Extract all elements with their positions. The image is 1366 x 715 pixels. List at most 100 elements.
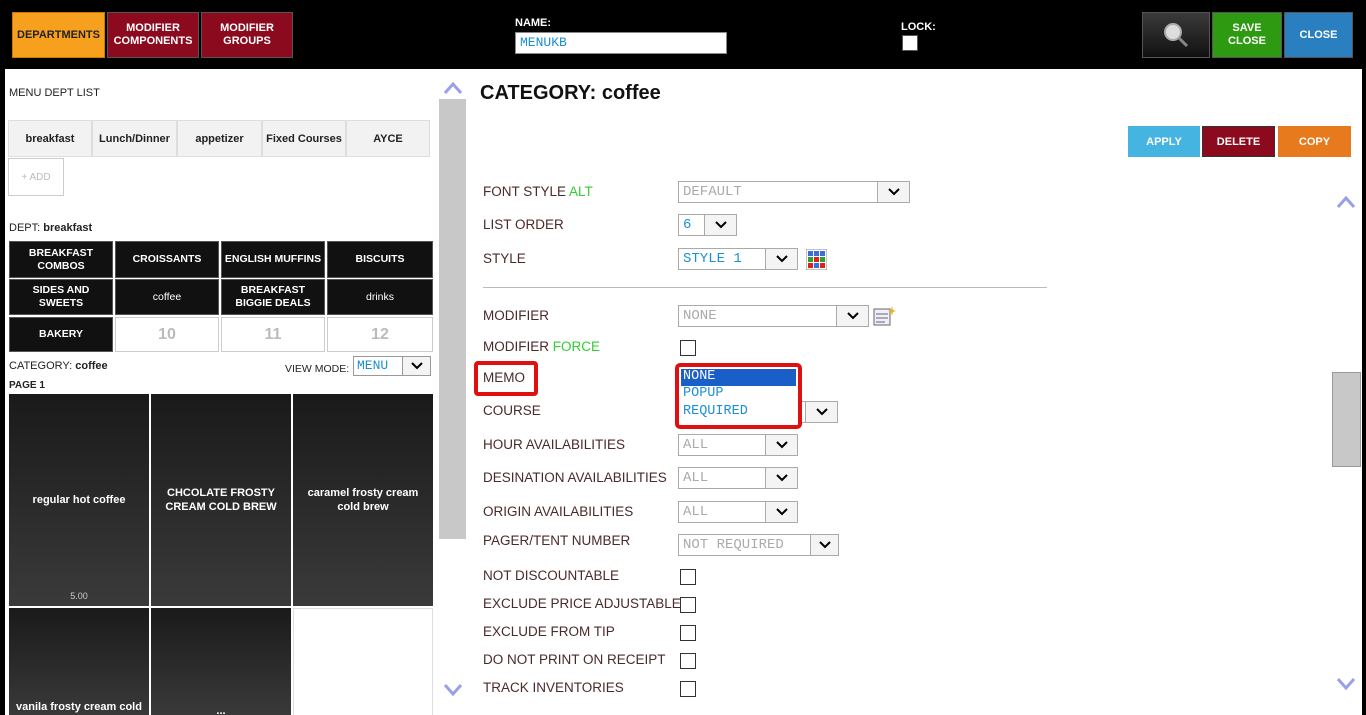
chevron-down-icon (704, 215, 736, 235)
apply-button[interactable]: APPLY (1128, 126, 1200, 157)
category-breakfast-combos[interactable]: BREAKFAST COMBOS (9, 241, 113, 278)
category-detail-panel: CATEGORY: coffee APPLY DELETE COPY FONT … (468, 69, 1362, 715)
page-title: CATEGORY: coffee (480, 82, 661, 104)
item-name: caramel frosty cream cold brew (307, 487, 419, 513)
item-tile[interactable]: caramel frosty cream cold brew (293, 394, 433, 606)
modifier-force-checkbox[interactable] (680, 340, 696, 356)
empty-slot[interactable]: 11 (221, 317, 325, 352)
style-select[interactable]: STYLE 1 (678, 248, 798, 270)
category-breakfast-biggie-deals[interactable]: BREAKFAST BIGGIE DEALS (221, 279, 325, 315)
category-sides-and-sweets[interactable]: SIDES AND SWEETS (9, 279, 113, 315)
menu-dept-list-label: MENU DEPT LIST (9, 87, 100, 99)
add-dept-button[interactable]: + ADD (8, 158, 64, 196)
category-croissants[interactable]: CROISSANTS (115, 241, 219, 278)
empty-item-slot[interactable] (293, 608, 433, 715)
modifier-components-button[interactable]: MODIFIER COMPONENTS (107, 12, 199, 58)
font-style-select[interactable]: DEFAULT (678, 181, 910, 203)
modifier-select[interactable]: NONE (678, 305, 869, 327)
chevron-down-icon[interactable] (443, 683, 463, 697)
exclude-price-adjustable-label: EXCLUDE PRICE ADJUSTABLE (483, 596, 681, 611)
hour-availabilities-label: HOUR AVAILABILITIES (483, 437, 626, 452)
empty-slot[interactable]: 12 (327, 317, 433, 352)
track-inventories-checkbox[interactable] (680, 681, 696, 697)
item-name: vanila frosty cream cold (16, 701, 142, 713)
do-not-print-on-receipt-label: DO NOT PRINT ON RECEIPT (483, 652, 666, 667)
tab-lunch-dinner[interactable]: Lunch/Dinner (92, 120, 177, 157)
scroll-thumb[interactable] (1332, 372, 1361, 467)
list-order-select[interactable]: 6 (678, 214, 737, 236)
divider (483, 287, 1047, 288)
pager-tent-number-select[interactable]: NOT REQUIRED (678, 534, 839, 556)
chevron-down-icon (765, 435, 797, 455)
left-panel: MENU DEPT LIST breakfast Lunch/Dinner ap… (5, 69, 437, 715)
chevron-down-icon (402, 357, 430, 375)
chevron-down-icon[interactable] (1336, 677, 1356, 691)
category-coffee[interactable]: coffee (115, 279, 219, 315)
exclude-from-tip-checkbox[interactable] (680, 625, 696, 641)
hour-availabilities-select[interactable]: ALL (678, 434, 798, 456)
scroll-thumb[interactable] (439, 99, 466, 539)
tab-ayce[interactable]: AYCE (346, 120, 430, 157)
search-button[interactable] (1142, 12, 1210, 58)
right-scrollbar[interactable] (1328, 181, 1362, 711)
item-tile[interactable]: regular hot coffee 5.00 (9, 394, 149, 606)
item-name: regular hot coffee (32, 494, 126, 506)
chevron-down-icon (765, 502, 797, 522)
item-price: 5.00 (70, 591, 88, 601)
item-name: CHCOLATE FROSTY CREAM COLD BREW (165, 487, 277, 513)
view-mode-select[interactable]: MENU (353, 356, 431, 376)
chevron-down-icon (765, 249, 797, 269)
item-tile[interactable]: CHCOLATE FROSTY CREAM COLD BREW (151, 394, 291, 606)
memo-dropdown[interactable]: NONE POPUP REQUIRED (675, 363, 802, 429)
delete-button[interactable]: DELETE (1202, 126, 1275, 157)
exclude-price-adjustable-checkbox[interactable] (680, 597, 696, 613)
modifier-groups-button[interactable]: MODIFIER GROUPS (201, 12, 293, 58)
item-tile[interactable]: vanila frosty cream cold (9, 608, 149, 715)
font-style-label: FONT STYLE ALT (483, 184, 593, 199)
tab-appetizer[interactable]: appetizer (177, 120, 262, 157)
style-label: STYLE (483, 251, 526, 266)
search-icon (1164, 23, 1189, 48)
track-inventories-label: TRACK INVENTORIES (483, 680, 624, 695)
name-input[interactable]: MENUKB (515, 32, 727, 54)
category-english-muffins[interactable]: ENGLISH MUFFINS (221, 241, 325, 278)
copy-button[interactable]: COPY (1278, 126, 1351, 157)
category-drinks[interactable]: drinks (327, 279, 433, 315)
category-bakery[interactable]: BAKERY (9, 317, 113, 352)
departments-button[interactable]: DEPARTMENTS (12, 12, 105, 58)
chevron-up-icon[interactable] (1336, 195, 1356, 209)
not-discountable-label: NOT DISCOUNTABLE (483, 568, 620, 583)
empty-slot[interactable]: 10 (115, 317, 219, 352)
edit-modifier-icon[interactable] (873, 305, 897, 327)
origin-availabilities-label: ORIGIN AVAILABILITIES (483, 504, 634, 519)
modifier-label: MODIFIER (483, 308, 549, 323)
memo-option-popup[interactable]: POPUP (681, 386, 796, 404)
item-tile[interactable]: ... (151, 608, 291, 715)
view-mode-label: VIEW MODE: (285, 363, 350, 375)
memo-option-none[interactable]: NONE (681, 369, 796, 386)
chevron-up-icon[interactable] (443, 81, 463, 95)
destination-availabilities-select[interactable]: ALL (678, 467, 798, 489)
memo-label: MEMO (483, 370, 525, 385)
lock-checkbox[interactable] (902, 35, 918, 51)
not-discountable-checkbox[interactable] (680, 569, 696, 585)
dept-label: DEPT: breakfast (9, 222, 93, 234)
chevron-down-icon (877, 182, 909, 202)
course-label: COURSE (483, 403, 541, 418)
category-biscuits[interactable]: BISCUITS (327, 241, 433, 278)
memo-option-required[interactable]: REQUIRED (681, 404, 796, 422)
view-mode-value: MENU (357, 358, 389, 373)
name-label: NAME: (515, 17, 552, 29)
tab-fixed-courses[interactable]: Fixed Courses (262, 120, 346, 157)
exclude-from-tip-label: EXCLUDE FROM TIP (483, 624, 615, 639)
close-button[interactable]: CLOSE (1284, 12, 1353, 58)
color-grid-icon[interactable] (806, 249, 827, 270)
chevron-down-icon (836, 306, 868, 326)
save-close-button[interactable]: SAVE CLOSE (1212, 12, 1282, 58)
left-scrollbar[interactable] (437, 69, 468, 715)
tab-breakfast[interactable]: breakfast (8, 120, 92, 157)
page-label: PAGE 1 (9, 380, 45, 391)
origin-availabilities-select[interactable]: ALL (678, 501, 798, 523)
do-not-print-on-receipt-checkbox[interactable] (680, 653, 696, 669)
list-order-label: LIST ORDER (483, 217, 564, 232)
